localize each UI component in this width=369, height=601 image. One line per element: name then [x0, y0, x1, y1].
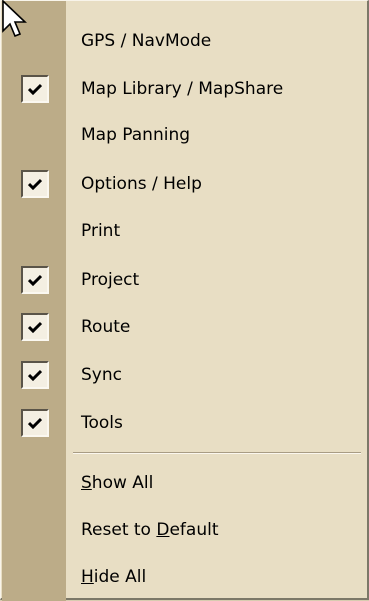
- menu-item-sync[interactable]: Sync: [1, 351, 367, 399]
- menu-item-route[interactable]: Route: [1, 303, 367, 351]
- hide-all-mnemonic: H: [81, 567, 94, 587]
- show-all-mnemonic: S: [81, 473, 92, 493]
- menu-separator: [73, 452, 361, 454]
- menu-item-tools[interactable]: Tools: [1, 399, 367, 447]
- checkmark-icon: [21, 313, 49, 341]
- menu-item-label: Print: [81, 221, 121, 241]
- menu-item-map-library-mapshare[interactable]: Map Library / MapShare: [1, 65, 367, 113]
- reset-to-default-mnemonic: D: [156, 520, 170, 540]
- show-all-menu-item[interactable]: Show All: [1, 459, 367, 507]
- menu-item-options-help[interactable]: Options / Help: [1, 160, 367, 208]
- reset-to-default-menu-item[interactable]: Reset to Default: [1, 506, 367, 554]
- menu-item-label: Sync: [81, 365, 122, 385]
- menu-item-label: Map Library / MapShare: [81, 79, 284, 99]
- menu-item-label: Map Panning: [81, 125, 191, 145]
- checkmark-icon: [21, 361, 49, 389]
- menu-item-label: Project: [81, 270, 140, 290]
- hide-all-menu-item[interactable]: Hide All: [1, 553, 367, 601]
- checkmark-icon: [21, 266, 49, 294]
- show-all-label: Show All: [81, 473, 154, 493]
- menu-item-label: Route: [81, 317, 131, 337]
- hide-all-label: Hide All: [81, 567, 147, 587]
- menu-item-label: Options / Help: [81, 174, 202, 194]
- reset-to-default-label: Reset to Default: [81, 520, 219, 540]
- menu-item-label: Tools: [81, 413, 123, 433]
- toolbar-context-menu: GPS / NavMode Map Library / MapShare Map…: [0, 0, 369, 601]
- checkmark-icon: [21, 75, 49, 103]
- menu-item-gps-navmode[interactable]: GPS / NavMode: [1, 17, 367, 65]
- menu-item-project[interactable]: Project: [1, 256, 367, 304]
- mouse-pointer-icon: [2, 0, 27, 38]
- checkmark-icon: [21, 409, 49, 437]
- menu-item-print[interactable]: Print: [1, 207, 367, 255]
- menu-item-map-panning[interactable]: Map Panning: [1, 111, 367, 159]
- checkmark-icon: [21, 170, 49, 198]
- menu-item-label: GPS / NavMode: [81, 31, 212, 51]
